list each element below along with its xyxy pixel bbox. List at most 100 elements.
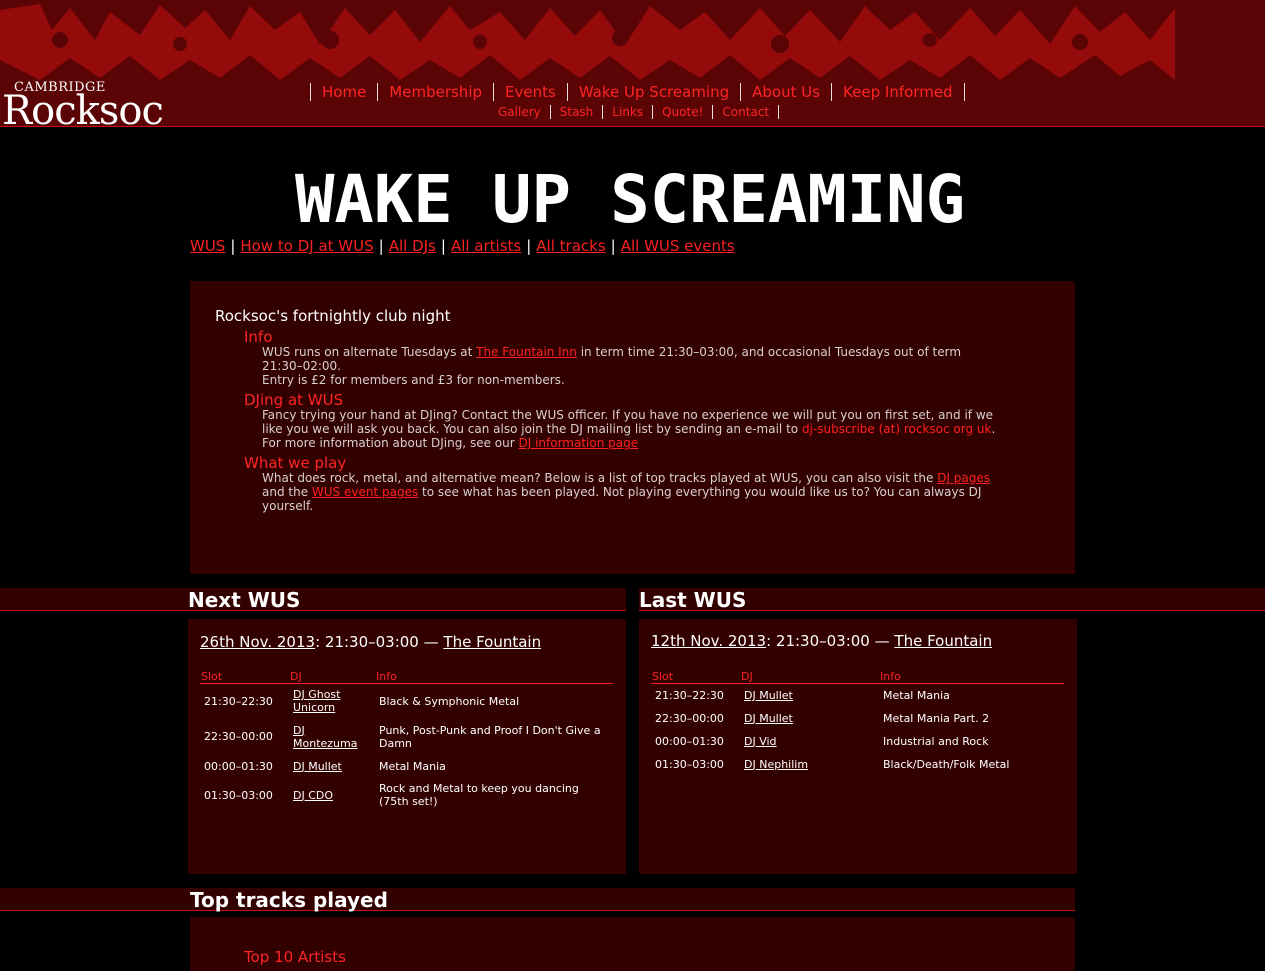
- dj-cell: DJ Montezuma: [289, 719, 375, 755]
- next-wus-title: Next WUS: [188, 588, 301, 612]
- dj-link[interactable]: DJ Mullet: [744, 712, 793, 725]
- dj-cell: DJ Mullet: [740, 707, 879, 730]
- col-dj: DJ: [740, 669, 879, 684]
- fountain-inn-link[interactable]: The Fountain Inn: [476, 345, 577, 359]
- site-header: CAMBRIDGE Rocksoc Home Membership Events…: [0, 0, 1265, 127]
- last-wus-date[interactable]: 12th Nov. 2013: [651, 632, 766, 650]
- info-text-3: Entry is £2 for members and £3 for non-m…: [262, 373, 565, 387]
- djing-text-2: .: [991, 422, 996, 436]
- top-tracks-box: Top 10 Artists: [190, 917, 1075, 971]
- dj-cell: DJ Ghost Unicorn: [289, 684, 375, 719]
- page-title: WAKE UP SCREAMING: [295, 161, 965, 238]
- dj-pages-link[interactable]: DJ pages: [937, 471, 990, 485]
- wus-subnav: WUS | How to DJ at WUS | All DJs | All artists…: [190, 237, 735, 255]
- last-wus-table: Slot DJ Info 21:30–22:30 DJ Mullet Metal…: [651, 669, 1064, 776]
- link-wus[interactable]: WUS: [190, 237, 225, 255]
- dj-cell: DJ Vid: [740, 730, 879, 753]
- slot-cell: 01:30–03:00: [204, 788, 273, 802]
- table-row: 01:30–03:00 DJ CDO Rock and Metal to kee…: [200, 778, 613, 813]
- next-wus-date[interactable]: 26th Nov. 2013: [200, 633, 315, 651]
- page-title-text: WAKE UP SCREAMING: [295, 161, 965, 238]
- col-info: Info: [879, 669, 1064, 684]
- slot-cell: 22:30–00:00: [204, 730, 273, 743]
- rocksoc-logo[interactable]: CAMBRIDGE Rocksoc: [2, 80, 164, 127]
- slot-cell: 22:30–00:00: [655, 711, 724, 725]
- col-slot: Slot: [200, 669, 289, 684]
- next-wus-panel: 26th Nov. 2013: 21:30–03:00 — The Founta…: [188, 619, 626, 874]
- nav-membership[interactable]: Membership: [378, 83, 493, 101]
- next-wus-heading: 26th Nov. 2013: 21:30–03:00 — The Founta…: [200, 633, 541, 651]
- info-text-1: WUS runs on alternate Tuesdays at: [262, 345, 477, 359]
- slot-cell: 00:00–01:30: [655, 734, 724, 748]
- dj-link[interactable]: DJ Mullet: [293, 760, 342, 773]
- dj-link[interactable]: DJ Ghost Unicorn: [293, 688, 340, 714]
- info-text: WUS runs on alternate Tuesdays at The Fo…: [262, 345, 1002, 387]
- col-info: Info: [375, 669, 613, 684]
- nav-wake-up-screaming[interactable]: Wake Up Screaming: [568, 83, 740, 101]
- info-cell: Metal Mania: [379, 759, 446, 773]
- nav-stash[interactable]: Stash: [551, 105, 603, 119]
- last-wus-venue[interactable]: The Fountain: [894, 632, 992, 650]
- last-wus-heading: 12th Nov. 2013: 21:30–03:00 — The Founta…: [651, 632, 992, 650]
- sub-nav: Gallery Stash Links Quote! Contact: [498, 104, 780, 120]
- dj-information-link[interactable]: DJ information page: [518, 436, 638, 450]
- slot-cell: 21:30–22:30: [204, 694, 273, 708]
- link-all-djs[interactable]: All DJs: [389, 237, 436, 255]
- table-row: 21:30–22:30 DJ Ghost Unicorn Black & Sym…: [200, 684, 613, 719]
- info-cell: Black & Symphonic Metal: [379, 694, 520, 708]
- intro-box: Rocksoc's fortnightly club night Info WU…: [190, 281, 1075, 574]
- slot-cell: 00:00–01:30: [204, 759, 273, 773]
- play-text-1: What does rock, metal, and alternative m…: [262, 471, 938, 485]
- logo-rocksoc: Rocksoc: [2, 88, 164, 127]
- info-cell: Rock and Metal to keep you dancing (75th…: [379, 782, 579, 808]
- intro-lead: Rocksoc's fortnightly club night: [215, 307, 451, 325]
- last-wus-time: : 21:30–03:00 —: [766, 632, 895, 650]
- dj-cell: DJ Mullet: [289, 755, 375, 778]
- dj-cell: DJ CDO: [289, 778, 375, 813]
- nav-home[interactable]: Home: [311, 83, 377, 101]
- nav-gallery[interactable]: Gallery: [498, 105, 550, 119]
- band-gap: [626, 588, 639, 611]
- link-all-artists[interactable]: All artists: [451, 237, 521, 255]
- link-all-wus-events[interactable]: All WUS events: [621, 237, 735, 255]
- col-dj: DJ: [289, 669, 375, 684]
- djing-text-3: For more information about DJing, see ou…: [262, 436, 519, 450]
- dj-link[interactable]: DJ Nephilim: [744, 758, 808, 771]
- dj-link[interactable]: DJ CDO: [293, 789, 333, 802]
- nav-contact[interactable]: Contact: [713, 105, 778, 119]
- last-wus-title: Last WUS: [639, 588, 747, 612]
- wus-event-pages-link[interactable]: WUS event pages: [312, 485, 418, 499]
- top-tracks-title: Top tracks played: [190, 888, 388, 912]
- info-cell: Punk, Post-Punk and Proof I Don't Give a…: [379, 723, 601, 750]
- nav-about-us[interactable]: About Us: [741, 83, 831, 101]
- next-wus-time: : 21:30–03:00 —: [315, 633, 444, 651]
- what-we-play-heading: What we play: [244, 454, 347, 472]
- table-row: 22:30–00:00 DJ Mullet Metal Mania Part. …: [651, 707, 1064, 730]
- nav-keep-informed[interactable]: Keep Informed: [832, 83, 964, 101]
- slot-cell: 01:30–03:00: [655, 757, 724, 771]
- next-wus-table: Slot DJ Info 21:30–22:30 DJ Ghost Unicor…: [200, 669, 613, 813]
- nav-separator: [963, 83, 965, 101]
- link-all-tracks[interactable]: All tracks: [536, 237, 605, 255]
- table-row: 01:30–03:00 DJ Nephilim Black/Death/Folk…: [651, 753, 1064, 776]
- dj-link[interactable]: DJ Mullet: [744, 689, 793, 702]
- nav-separator: [778, 105, 780, 119]
- nav-events[interactable]: Events: [494, 83, 567, 101]
- top-artists-heading: Top 10 Artists: [244, 948, 346, 966]
- nav-links[interactable]: Links: [603, 105, 652, 119]
- dj-link[interactable]: DJ Montezuma: [293, 724, 357, 750]
- dj-subscribe-email[interactable]: dj-subscribe (at) rocksoc org uk: [802, 422, 992, 436]
- table-row: 00:00–01:30 DJ Mullet Metal Mania: [200, 755, 613, 778]
- link-how-to-dj[interactable]: How to DJ at WUS: [240, 237, 373, 255]
- next-wus-venue[interactable]: The Fountain: [443, 633, 541, 651]
- table-row: 00:00–01:30 DJ Vid Industrial and Rock: [651, 730, 1064, 753]
- djing-heading: DJing at WUS: [244, 391, 344, 409]
- info-cell: Industrial and Rock: [883, 734, 989, 748]
- nav-quote[interactable]: Quote!: [653, 105, 712, 119]
- what-we-play-text: What does rock, metal, and alternative m…: [262, 471, 1002, 513]
- dj-link[interactable]: DJ Vid: [744, 735, 777, 748]
- info-cell: Metal Mania Part. 2: [883, 711, 990, 725]
- slot-cell: 21:30–22:30: [655, 688, 724, 702]
- main-nav: Home Membership Events Wake Up Screaming…: [310, 82, 965, 102]
- dj-cell: DJ Nephilim: [740, 753, 879, 776]
